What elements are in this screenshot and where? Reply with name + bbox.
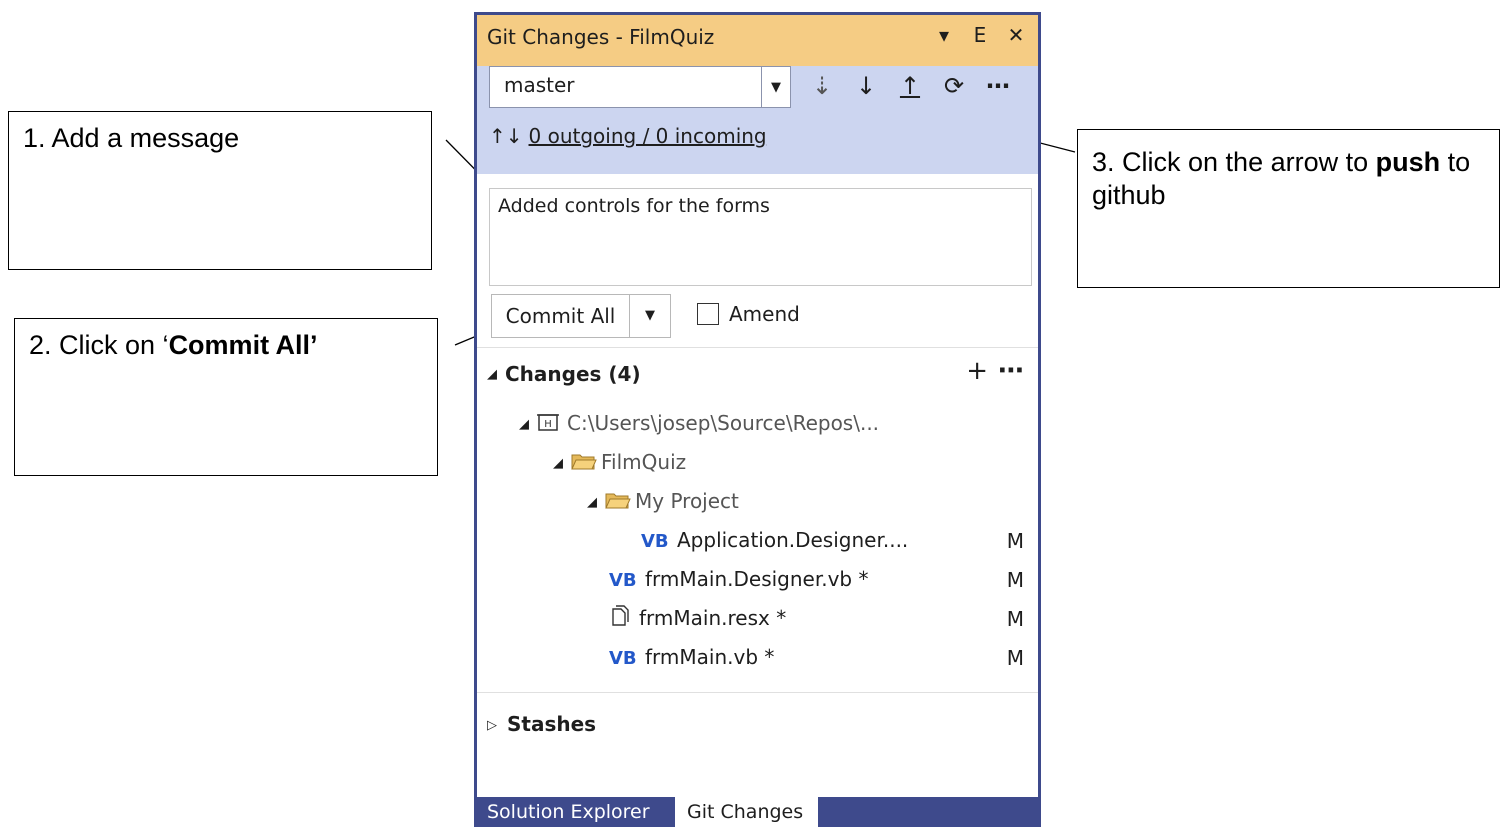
file-label: Application.Designer.... [677, 528, 909, 552]
commit-message-text: Added controls for the forms [498, 195, 770, 217]
annotation-push-text: 3. Click on the arrow to push to github [1092, 147, 1471, 210]
repository-icon: H [537, 407, 563, 443]
amend-checkbox-box[interactable] [697, 303, 719, 325]
svg-text:H: H [544, 419, 552, 430]
folder-open-icon [605, 485, 631, 521]
tree-row-folder-filmquiz[interactable]: ◢ FilmQuiz [553, 444, 686, 480]
resx-file-icon [609, 602, 635, 638]
annotation-add-message: 1. Add a message [8, 111, 432, 270]
branch-dropdown[interactable]: master ▼ [489, 66, 791, 108]
tree-row-file[interactable]: VB frmMain.Designer.vb * [609, 561, 869, 597]
tree-row-repo[interactable]: ◢ H C:\Users\josep\Source\Repos\... [519, 405, 879, 441]
file-status: M [1006, 646, 1024, 670]
bottom-tab-strip: Solution Explorer Git Changes [477, 797, 1038, 827]
title-actions: ▾ 𝖤 ✕ [932, 23, 1028, 47]
pin-icon[interactable]: 𝖤 [968, 23, 992, 47]
git-header-area: master ▼ ⇣ ↓ ↑ ⟳ ⋯ ↑↓ 0 outgoing / 0 inco… [477, 66, 1038, 174]
outgoing-incoming-link[interactable]: 0 outgoing / 0 incoming [529, 124, 767, 148]
close-icon[interactable]: ✕ [1004, 23, 1028, 47]
sync-icon[interactable]: ⟳ [939, 70, 969, 102]
annotation-commit-all-text: 2. Click on ‘Commit All’ [29, 330, 318, 360]
folder-label: My Project [635, 489, 739, 513]
sync-status: ↑↓ 0 outgoing / 0 incoming [489, 124, 767, 148]
annotation-add-message-text: 1. Add a message [23, 123, 240, 153]
git-action-toolbar: ⇣ ↓ ↑ ⟳ ⋯ [807, 70, 1013, 102]
expand-triangle-icon: ◢ [519, 417, 529, 432]
push-icon[interactable]: ↑ [895, 70, 925, 102]
vb-file-icon: VB [641, 530, 669, 552]
file-status: M [1006, 529, 1024, 553]
changes-actions: + ⋯ [966, 356, 1024, 386]
file-label: frmMain.Designer.vb * [645, 567, 869, 591]
collapse-triangle-icon: ▷ [487, 718, 497, 733]
tree-row-file[interactable]: VB Application.Designer.... [641, 522, 908, 558]
panel-titlebar: Git Changes - FilmQuiz ▾ 𝖤 ✕ [477, 12, 1038, 66]
file-status: M [1006, 568, 1024, 592]
stashes-section-header[interactable]: ▷ Stashes [487, 712, 596, 736]
file-label: frmMain.resx * [639, 606, 787, 630]
stage-all-icon[interactable]: + [966, 356, 988, 386]
file-status: M [1006, 607, 1024, 631]
changes-more-icon[interactable]: ⋯ [998, 356, 1024, 386]
file-label: frmMain.vb * [645, 645, 775, 669]
folder-open-icon [571, 446, 597, 482]
section-divider [477, 347, 1038, 348]
tree-row-file[interactable]: frmMain.resx * [609, 600, 786, 636]
tree-row-folder-my-project[interactable]: ◢ My Project [587, 483, 739, 519]
annotation-push: 3. Click on the arrow to push to github [1077, 129, 1500, 288]
tab-solution-explorer[interactable]: Solution Explorer [481, 797, 656, 827]
annotation-commit-all: 2. Click on ‘Commit All’ [14, 318, 438, 476]
folder-label: FilmQuiz [601, 450, 687, 474]
chevron-down-icon[interactable]: ▼ [761, 67, 790, 107]
section-divider [477, 692, 1038, 693]
vb-file-icon: VB [609, 647, 637, 669]
dropdown-icon[interactable]: ▾ [932, 23, 956, 47]
more-icon[interactable]: ⋯ [983, 70, 1013, 102]
expand-triangle-icon: ◢ [587, 495, 597, 510]
git-changes-panel: Git Changes - FilmQuiz ▾ 𝖤 ✕ master ▼ ⇣ … [474, 12, 1041, 827]
commit-dropdown-icon[interactable]: ▼ [630, 295, 670, 337]
expand-triangle-icon: ◢ [553, 456, 563, 471]
pull-icon[interactable]: ↓ [851, 70, 881, 102]
amend-checkbox[interactable]: Amend [697, 302, 800, 326]
amend-label: Amend [729, 302, 800, 326]
repo-path: C:\Users\josep\Source\Repos\... [567, 411, 880, 435]
vb-file-icon: VB [609, 569, 637, 591]
expand-triangle-icon: ◢ [487, 367, 497, 382]
branch-name: master [504, 73, 575, 97]
changes-section-header[interactable]: ◢ Changes (4) [487, 362, 641, 386]
commit-all-split-button: Commit All ▼ [491, 294, 671, 338]
commit-all-button[interactable]: Commit All [492, 295, 630, 337]
tab-git-changes[interactable]: Git Changes [675, 797, 818, 827]
commit-message-input[interactable]: Added controls for the forms [489, 188, 1032, 286]
sync-arrows-icon: ↑↓ [489, 124, 523, 148]
fetch-icon[interactable]: ⇣ [807, 70, 837, 102]
panel-title: Git Changes - FilmQuiz [487, 25, 715, 49]
tree-row-file[interactable]: VB frmMain.vb * [609, 639, 774, 675]
